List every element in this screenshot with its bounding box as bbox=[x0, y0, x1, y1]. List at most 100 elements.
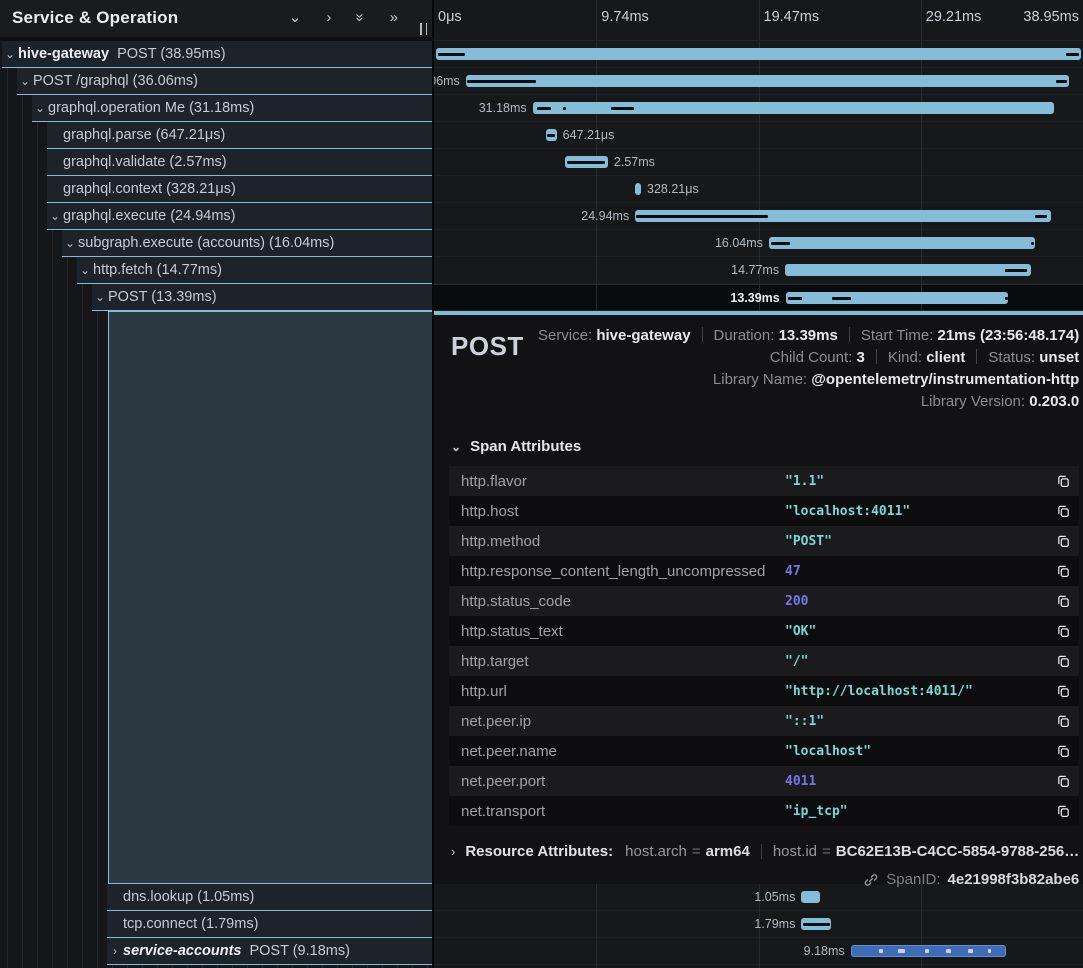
detail-field-label: Library Version: bbox=[921, 393, 1029, 410]
attr-value: 47 bbox=[785, 564, 1047, 579]
child-marker-tick bbox=[1031, 242, 1034, 245]
child-marker-tick bbox=[467, 80, 536, 83]
span-row-label[interactable]: ⌄graphql.execute (24.94ms) bbox=[47, 203, 432, 230]
span-name-cell: graphql.context (328.21μs) bbox=[0, 176, 434, 203]
span-attributes-table: http.flavor"1.1"http.host"localhost:4011… bbox=[449, 466, 1079, 826]
copy-button[interactable] bbox=[1047, 623, 1071, 639]
child-marker-tick bbox=[788, 297, 802, 300]
span-row-label[interactable]: ⌄graphql.operation Me (31.18ms) bbox=[32, 95, 432, 122]
attr-value: 200 bbox=[785, 594, 1047, 609]
span-row-label[interactable]: ⌄POST (13.39ms) bbox=[92, 284, 432, 311]
copy-button[interactable] bbox=[1047, 683, 1071, 699]
span-row-label[interactable]: ›service-accountsPOST (9.18ms) bbox=[107, 938, 432, 965]
span-attributes-header[interactable]: ⌄Span Attributes bbox=[449, 438, 1079, 455]
span-row-label[interactable]: graphql.context (328.21μs) bbox=[47, 176, 432, 203]
child-marker-tick bbox=[567, 161, 605, 164]
span-row-label[interactable]: ⌄subgraph.execute (accounts) (16.04ms) bbox=[62, 230, 432, 257]
chevron-down-icon[interactable]: ⌄ bbox=[47, 211, 63, 221]
copy-button[interactable] bbox=[1047, 743, 1071, 759]
chevron-down-icon[interactable]: ⌄ bbox=[2, 49, 18, 59]
chevron-down-icon[interactable]: ⌄ bbox=[32, 103, 48, 113]
child-marker-tick bbox=[611, 107, 634, 110]
copy-button[interactable] bbox=[1047, 653, 1071, 669]
field-divider bbox=[976, 349, 977, 364]
span-bar-cell: 328.21μs bbox=[434, 176, 1083, 203]
copy-button[interactable] bbox=[1047, 533, 1071, 549]
panel-resize-handle[interactable] bbox=[419, 23, 428, 35]
detail-field-label: Service: bbox=[538, 327, 596, 344]
span-row-label[interactable]: graphql.validate (2.57ms) bbox=[47, 149, 432, 176]
chevron-down-icon[interactable]: ⌄ bbox=[92, 292, 108, 302]
span-bar[interactable] bbox=[801, 891, 819, 903]
copy-button[interactable] bbox=[1047, 773, 1071, 789]
span-row: ⌄POST /graphql (36.06ms)36.06ms bbox=[0, 68, 1083, 95]
resource-attr-key: host.id bbox=[773, 843, 817, 860]
span-row-label[interactable]: ⌄POST /graphql (36.06ms) bbox=[17, 68, 432, 95]
span-bar[interactable] bbox=[785, 264, 1031, 276]
operation-name: graphql.operation Me (31.18ms) bbox=[48, 100, 254, 116]
attr-key: net.peer.ip bbox=[461, 713, 785, 730]
detail-field-label: Child Count: bbox=[770, 349, 857, 366]
span-bar[interactable] bbox=[769, 237, 1035, 249]
span-id-value: 4e21998f3b82abe6 bbox=[947, 871, 1079, 888]
resource-attributes-row[interactable]: ›Resource Attributes:host.arch=arm64host… bbox=[449, 843, 1079, 860]
span-duration-label: 2.57ms bbox=[614, 155, 655, 169]
attr-key: http.url bbox=[461, 683, 785, 700]
span-bar-cell: 13.39ms bbox=[434, 284, 1083, 311]
chevron-down-icon[interactable]: ⌄ bbox=[62, 238, 78, 248]
chevron-down-icon: ⌄ bbox=[451, 443, 461, 451]
double-chevron-down-icon[interactable]: » bbox=[353, 13, 368, 21]
child-marker-tick bbox=[832, 297, 851, 300]
span-row-label[interactable]: tcp.connect (1.79ms) bbox=[107, 911, 432, 938]
operation-name: subgraph.execute (accounts) (16.04ms) bbox=[78, 235, 334, 251]
span-bar[interactable] bbox=[436, 48, 1081, 60]
axis-tick: 9.74ms bbox=[601, 9, 649, 25]
detail-field-value: unset bbox=[1039, 349, 1079, 366]
operation-name: tcp.connect (1.79ms) bbox=[123, 916, 258, 932]
span-row: ›service-accountsPOST (9.18ms)9.18ms bbox=[0, 938, 1083, 965]
span-row-label[interactable]: graphql.parse (647.21μs) bbox=[47, 122, 432, 149]
span-bar[interactable] bbox=[466, 75, 1069, 87]
span-bar-cell: 14.77ms bbox=[434, 257, 1083, 284]
chevron-down-icon[interactable]: ⌄ bbox=[289, 10, 302, 25]
copy-icon bbox=[1056, 773, 1071, 789]
span-bar[interactable] bbox=[635, 183, 641, 195]
detail-field-value: 3 bbox=[857, 349, 865, 366]
copy-icon bbox=[1056, 593, 1071, 609]
child-marker-tick bbox=[1005, 297, 1008, 300]
span-detail-title: POST bbox=[451, 331, 524, 362]
copy-button[interactable] bbox=[1047, 503, 1071, 519]
attr-value: "localhost:4011" bbox=[785, 504, 1047, 519]
copy-button[interactable] bbox=[1047, 803, 1071, 819]
axis-tick: 19.47ms bbox=[764, 9, 820, 25]
span-bar[interactable] bbox=[786, 292, 1009, 304]
child-marker-tick bbox=[1035, 215, 1047, 218]
span-bar-cell: 36.06ms bbox=[434, 68, 1083, 95]
chevron-down-icon[interactable]: ⌄ bbox=[77, 265, 93, 275]
child-marker-tick bbox=[547, 134, 555, 137]
span-row: graphql.parse (647.21μs)647.21μs bbox=[0, 122, 1083, 149]
panel-title: Service & Operation bbox=[12, 8, 289, 28]
chevron-right-icon[interactable]: › bbox=[107, 946, 123, 956]
copy-button[interactable] bbox=[1047, 593, 1071, 609]
child-marker-tick bbox=[1066, 53, 1079, 56]
double-chevron-right-icon[interactable]: » bbox=[390, 10, 398, 25]
copy-button[interactable] bbox=[1047, 713, 1071, 729]
chevron-down-icon[interactable]: ⌄ bbox=[17, 76, 33, 86]
chevron-right-icon[interactable]: › bbox=[326, 10, 331, 25]
link-icon[interactable] bbox=[863, 872, 879, 888]
span-name-cell: ⌄graphql.execute (24.94ms) bbox=[0, 203, 434, 230]
attr-key: http.method bbox=[461, 533, 785, 550]
span-row-label[interactable]: ⌄http.fetch (14.77ms) bbox=[77, 257, 432, 284]
detail-overview-line: Service: hive-gatewayDuration: 13.39msSt… bbox=[449, 325, 1079, 347]
child-marker-tick bbox=[925, 949, 929, 953]
span-row-label[interactable]: dns.lookup (1.05ms) bbox=[107, 884, 432, 911]
attr-value: "POST" bbox=[785, 534, 1047, 549]
span-duration-label: 36.06ms bbox=[434, 74, 460, 88]
copy-button[interactable] bbox=[1047, 563, 1071, 579]
span-row-label[interactable]: ⌄hive-gatewayPOST (38.95ms) bbox=[2, 41, 432, 68]
copy-button[interactable] bbox=[1047, 473, 1071, 489]
span-duration-label: 31.18ms bbox=[479, 101, 527, 115]
attr-row: http.method"POST" bbox=[449, 526, 1079, 556]
attr-value: "ip_tcp" bbox=[785, 804, 1047, 819]
